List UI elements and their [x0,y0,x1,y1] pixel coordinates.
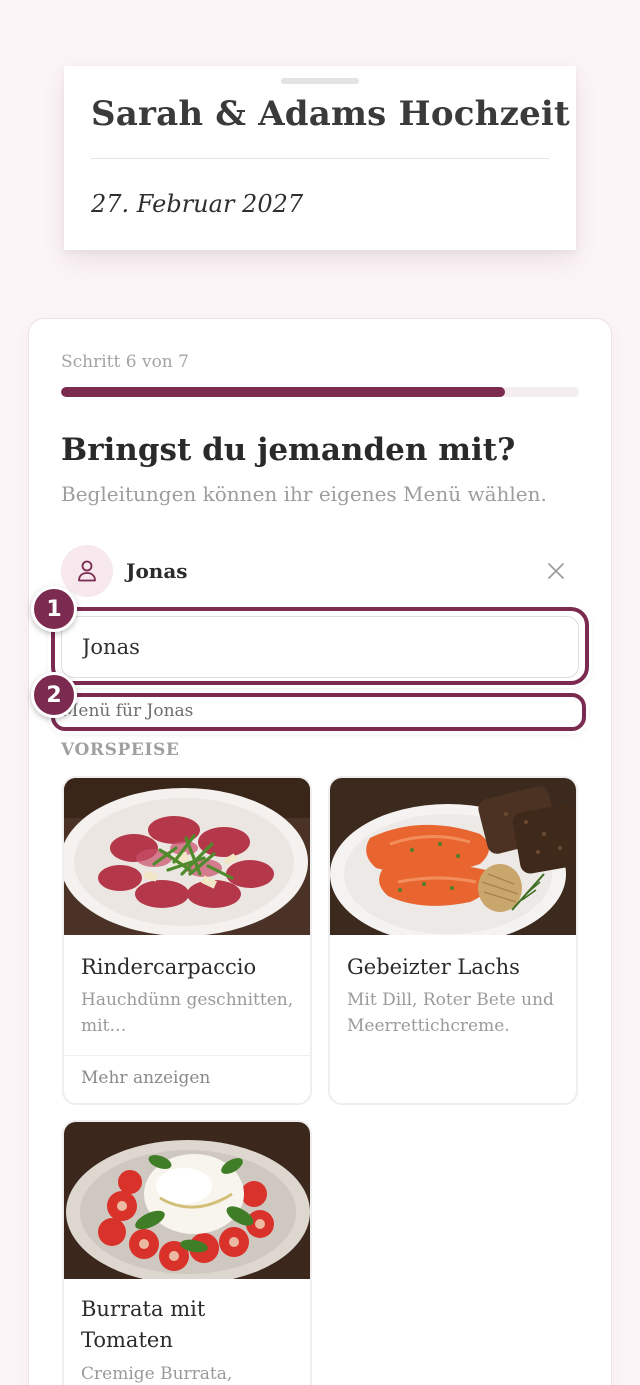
annotation-badge-1: 1 [31,586,77,632]
course-heading: VORSPEISE [61,740,180,760]
dish-image-salmon [330,778,576,935]
progress-bar [61,387,579,397]
show-more-link[interactable]: Mehr anzeigen [81,1068,210,1088]
card-divider [64,1055,310,1056]
event-title: Sarah & Adams Hochzeit [91,94,570,134]
event-date: 27. Februar 2027 [91,190,304,218]
remove-guest-button[interactable] [543,558,569,584]
question-subtitle: Begleitungen können ihr eigenes Menü wäh… [61,482,547,506]
question-title: Bringst du jemanden mit? [61,432,516,468]
dish-image-burrata [64,1122,310,1279]
step-indicator: Schritt 6 von 7 [61,352,189,372]
dish-name: Gebeizter Lachs [347,955,520,979]
guest-name: Jonas [126,559,188,583]
dish-card-burrata[interactable]: Burrata mit Tomaten Cremige Burrata, [62,1120,312,1385]
header-divider [91,158,549,159]
dish-card-gebeizter-lachs[interactable]: Gebeizter Lachs Mit Dill, Roter Bete und… [328,776,578,1105]
guest-name-input[interactable] [61,616,579,678]
dish-description: Hauchdünn geschnitten, mit… [81,990,294,1036]
dish-image-carpaccio [64,778,310,935]
dish-name: Burrata mit Tomaten [81,1297,206,1352]
dish-name: Rindercarpaccio [81,955,257,979]
dish-card-rindercarpaccio[interactable]: Rindercarpaccio Hauchdünn geschnitten, m… [62,776,312,1105]
person-icon [78,560,96,582]
progress-bar-fill [61,387,505,397]
annotation-badge-2: 2 [31,672,77,718]
guest-avatar [61,545,113,597]
drag-handle[interactable] [281,78,359,84]
menu-for-label: Menü für Jonas [61,701,194,721]
dish-description: Cremige Burrata, [81,1364,233,1384]
event-header-card: Sarah & Adams Hochzeit 27. Februar 2027 [64,66,576,250]
close-icon [548,563,564,579]
dish-description: Mit Dill, Roter Bete und Meerrettichcrem… [347,990,554,1036]
